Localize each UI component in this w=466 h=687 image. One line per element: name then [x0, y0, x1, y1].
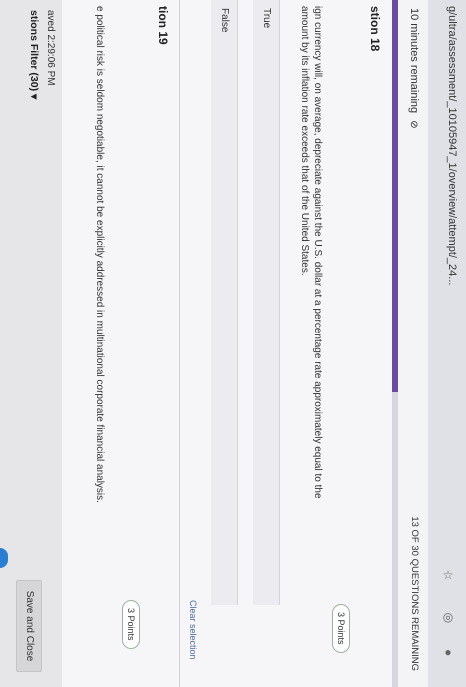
timer-text: 10 minutes remaining [408, 8, 420, 114]
eye-slash-icon[interactable]: ⊘ [408, 120, 419, 128]
extension-icon[interactable]: ◎ [441, 610, 455, 624]
question-list: stion 18 3 Points ign currency will, on … [62, 0, 392, 687]
question-title: stion 18 [368, 6, 382, 52]
answer-option-false[interactable]: False [211, 0, 238, 605]
questions-remaining: 13 OF 30 QUESTIONS REMAINING [409, 516, 420, 671]
chevron-down-icon: ▾ [28, 94, 40, 100]
assessment-header: 10 minutes remaining ⊘ 13 OF 30 QUESTION… [398, 0, 428, 687]
progress-fill [392, 0, 398, 392]
url-text: g/ultra/assessment/_10105947_1/overview/… [446, 6, 458, 286]
points-badge: 3 Points [332, 604, 350, 653]
assessment-footer: aved 2:29:06 PM stions Filter (30) ▾ Sav… [0, 0, 62, 687]
save-and-close-button[interactable]: Save and Close [16, 580, 42, 672]
questions-filter[interactable]: stions Filter (30) ▾ [28, 10, 40, 99]
question-text: e political risk is seldom negotiable, i… [94, 6, 105, 503]
option-label: True [261, 8, 272, 29]
assessment-page: 10 minutes remaining ⊘ 13 OF 30 QUESTION… [0, 0, 428, 687]
star-icon[interactable]: ☆ [441, 568, 455, 582]
divider [179, 0, 180, 687]
menu-icon[interactable]: ● [441, 645, 455, 659]
question-text: ign currency will, on average, depreciat… [299, 6, 323, 499]
progress-bar [392, 0, 398, 687]
option-label: False [219, 8, 230, 33]
saved-status: aved 2:29:06 PM [45, 10, 56, 86]
answer-option-true[interactable]: True [253, 0, 280, 605]
question-title: tion 19 [156, 6, 170, 45]
address-bar[interactable]: g/ultra/assessment/_10105947_1/overview/… [428, 0, 466, 560]
clear-selection-link[interactable]: Clear selection [188, 600, 198, 660]
points-badge: 3 Points [122, 600, 140, 649]
filter-label: stions Filter (30) [28, 10, 40, 92]
timer: 10 minutes remaining ⊘ [408, 8, 420, 129]
